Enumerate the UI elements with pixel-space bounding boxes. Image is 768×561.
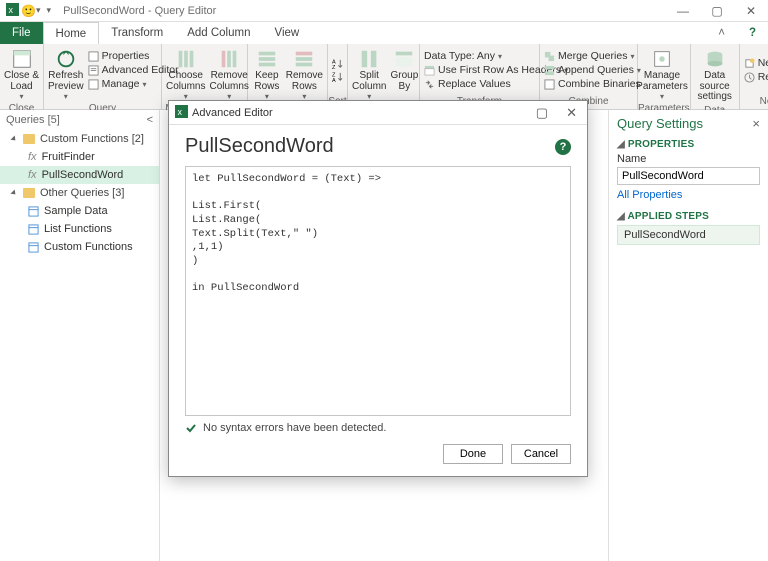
sort-asc-button[interactable]: AZ [332,57,343,70]
excel-icon: x [6,3,19,19]
table-icon [28,206,39,217]
remove-rows-button[interactable]: Remove Rows [286,46,323,101]
svg-text:x: x [8,4,13,14]
tree-item-fruitfinder[interactable]: fxFruitFinder [0,148,159,166]
maximize-button[interactable]: ▢ [700,0,734,22]
fx-icon: fx [28,169,37,181]
tree-item-custom-functions[interactable]: Custom Functions [0,238,159,256]
help-icon[interactable]: ? [737,22,768,44]
dialog-title: Advanced Editor [188,107,532,119]
tree-item-pullsecondword[interactable]: fxPullSecondWord [0,166,159,184]
svg-text:A: A [332,78,336,82]
svg-text:x: x [177,106,182,116]
group-by-button[interactable]: Group By [390,46,418,92]
manage-parameters-button[interactable]: Manage Parameters [642,46,682,101]
excel-icon: x [175,105,188,121]
queries-pane: Queries [5]< Custom Functions [2] fxFrui… [0,110,160,561]
folder-icon [23,188,35,198]
properties-section-header: ◢ PROPERTIES [617,139,760,150]
minimize-button[interactable]: — [666,0,700,22]
ribbon-tabs: File Home Transform Add Column View ˄ ? [0,22,768,44]
append-queries-button[interactable]: Append Queries [544,63,641,77]
check-icon [185,422,197,434]
tab-view[interactable]: View [263,22,312,44]
all-properties-link[interactable]: All Properties [617,189,682,201]
sort-desc-button[interactable]: ZA [332,70,343,83]
title-bar: x 🙂 ▾ ▾ PullSecondWord - Query Editor — … [0,0,768,22]
keep-rows-button[interactable]: Keep Rows [252,46,282,101]
qat-dropdown-icon[interactable]: ▾ [36,5,41,16]
query-settings-title: Query Settings× [617,116,760,131]
folder-icon [23,134,35,144]
tree-item-list-functions[interactable]: List Functions [0,220,159,238]
tab-file[interactable]: File [0,22,43,44]
ribbon-collapse-icon[interactable]: ˄ [706,22,737,44]
tree-group-other-queries[interactable]: Other Queries [3] [0,184,159,202]
combine-binaries-button[interactable]: Combine Binaries [544,77,641,91]
merge-queries-button[interactable]: Merge Queries [544,49,641,63]
svg-text:Z: Z [332,65,336,69]
cancel-button[interactable]: Cancel [511,444,571,464]
table-icon [28,224,39,235]
done-button[interactable]: Done [443,444,503,464]
dialog-heading: PullSecondWord? [185,135,571,158]
group-label-new-query: New Query [740,96,768,109]
qat-overflow-icon[interactable]: ▾ [43,5,52,16]
tab-home[interactable]: Home [43,22,100,44]
close-load-button[interactable]: Close & Load [4,46,39,101]
queries-pane-header: Queries [5]< [0,110,159,130]
data-source-settings-button[interactable]: Data source settings [695,46,735,103]
name-input[interactable] [617,167,760,185]
emoji-icon: 🙂 [21,4,34,17]
remove-columns-button[interactable]: Remove Columns [209,46,248,101]
split-column-button[interactable]: Split Column [352,46,386,101]
query-settings-pane: Query Settings× ◢ PROPERTIES Name All Pr… [608,110,768,561]
collapse-pane-icon[interactable]: < [147,114,153,126]
tree-group-custom-functions[interactable]: Custom Functions [2] [0,130,159,148]
name-label: Name [617,153,760,165]
new-source-button[interactable]: New Source [744,56,768,70]
help-icon[interactable]: ? [555,139,571,155]
tree-item-sample-data[interactable]: Sample Data [0,202,159,220]
syntax-status: No syntax errors have been detected. [185,422,571,434]
table-icon [28,242,39,253]
tab-add-column[interactable]: Add Column [175,22,262,44]
dialog-maximize-button[interactable]: ▢ [532,105,552,121]
close-button[interactable]: ✕ [734,0,768,22]
recent-sources-button[interactable]: Recent Sources [744,70,768,84]
advanced-editor-dialog: x Advanced Editor ▢ ✕ PullSecondWord? le… [168,100,588,477]
code-editor[interactable]: let PullSecondWord = (Text) => List.Firs… [185,166,571,416]
applied-step[interactable]: PullSecondWord [617,225,760,245]
window-title: PullSecondWord - Query Editor [57,5,666,17]
choose-columns-button[interactable]: Choose Columns [166,46,205,101]
applied-steps-header: ◢ APPLIED STEPS [617,211,760,222]
tab-transform[interactable]: Transform [99,22,175,44]
fx-icon: fx [28,151,37,163]
dialog-close-button[interactable]: ✕ [562,105,581,121]
close-settings-icon[interactable]: × [752,116,760,131]
refresh-preview-button[interactable]: Refresh Preview [48,46,84,101]
